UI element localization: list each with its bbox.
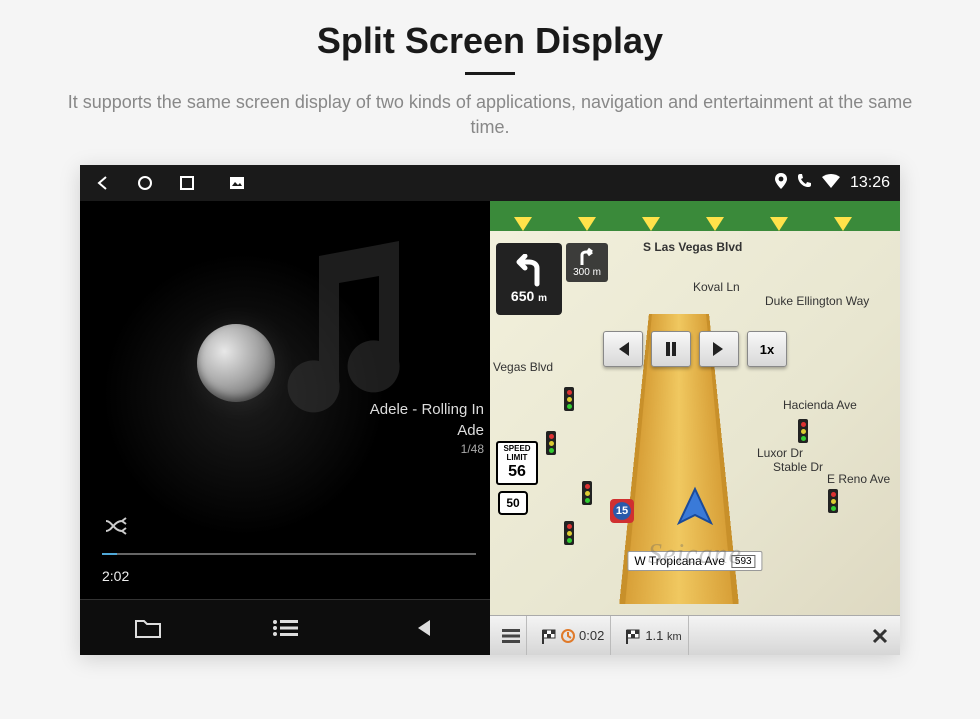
previous-icon[interactable] xyxy=(408,614,436,642)
turn-right-icon xyxy=(576,247,598,267)
route-playback-controls: 1x xyxy=(603,331,787,367)
street-label: Stable Dr xyxy=(770,459,826,475)
jog-dial[interactable] xyxy=(197,324,275,402)
traffic-light-icon xyxy=(564,387,574,411)
turn-instruction: 650 m xyxy=(496,243,562,315)
page-subtitle: It supports the same screen display of t… xyxy=(60,90,920,140)
flag-icon xyxy=(625,628,641,644)
traffic-light-icon xyxy=(828,489,838,513)
street-label: Koval Ln xyxy=(690,279,743,295)
clock-icon xyxy=(561,629,575,643)
distance-segment[interactable]: 1.1 km xyxy=(619,616,688,655)
skip-end-button[interactable] xyxy=(699,331,739,367)
navigation-panel: 13:26 S Las Vegas Blvd Koval Ln Duke Ell… xyxy=(490,165,900,655)
track-info: Adele - Rolling In Ade 1/48 xyxy=(370,399,484,458)
speed-limit-sign: SPEED LIMIT 56 xyxy=(496,441,538,484)
highway-sign-strip xyxy=(490,201,900,231)
traffic-light-icon xyxy=(564,521,574,545)
traffic-light-icon xyxy=(582,481,592,505)
menu-button[interactable] xyxy=(496,616,527,655)
nav-bottom-bar: 0:02 1.1 km xyxy=(490,615,900,655)
eta-segment[interactable]: 0:02 xyxy=(535,616,611,655)
device-screenshot: Adele - Rolling In Ade 1/48 2:02 xyxy=(80,165,900,655)
back-icon[interactable] xyxy=(94,174,112,192)
street-label: Hacienda Ave xyxy=(780,397,860,413)
track-counter: 1/48 xyxy=(370,441,484,458)
player-controls-row: 2:02 xyxy=(80,553,490,599)
street-label: Duke Ellington Way xyxy=(762,293,872,309)
flag-icon xyxy=(541,628,557,644)
elapsed-time: 2:02 xyxy=(102,568,129,584)
music-bottom-bar xyxy=(80,599,490,655)
progress-fill xyxy=(102,553,117,555)
lane-arrow-icon xyxy=(770,217,788,231)
lane-arrow-icon xyxy=(834,217,852,231)
status-bar: 13:26 xyxy=(490,165,900,201)
lane-arrow-icon xyxy=(706,217,724,231)
street-label: Vegas Blvd xyxy=(490,359,556,375)
route-shield: 50 xyxy=(498,491,528,515)
wifi-icon xyxy=(822,174,840,193)
location-icon xyxy=(775,173,787,194)
interstate-shield: 15 xyxy=(610,499,634,523)
album-art-area: Adele - Rolling In Ade 1/48 xyxy=(80,201,490,553)
pause-button[interactable] xyxy=(651,331,691,367)
progress-bar[interactable] xyxy=(102,553,476,555)
close-icon xyxy=(872,628,888,644)
watermark: Seicane xyxy=(648,539,742,571)
home-icon[interactable] xyxy=(136,174,154,192)
picture-icon[interactable] xyxy=(228,174,246,192)
street-label: E Reno Ave xyxy=(824,471,893,487)
android-nav-bar xyxy=(80,165,490,201)
clock-time: 13:26 xyxy=(850,174,890,192)
title-underline xyxy=(465,72,515,75)
vehicle-cursor-icon xyxy=(673,485,717,529)
playlist-icon[interactable] xyxy=(271,614,299,642)
track-artist: Ade xyxy=(370,420,484,441)
folder-icon[interactable] xyxy=(134,614,162,642)
track-title: Adele - Rolling In xyxy=(370,399,484,420)
next-turn-instruction: 300 m xyxy=(566,243,608,282)
music-note-icon xyxy=(269,231,429,421)
lane-arrow-icon xyxy=(514,217,532,231)
page-title: Split Screen Display xyxy=(317,20,663,62)
skip-start-button[interactable] xyxy=(603,331,643,367)
recents-icon[interactable] xyxy=(178,174,196,192)
speed-button[interactable]: 1x xyxy=(747,331,787,367)
turn-left-icon xyxy=(509,254,549,288)
traffic-light-icon xyxy=(546,431,556,455)
phone-icon xyxy=(797,173,812,193)
street-label: S Las Vegas Blvd xyxy=(640,239,745,255)
lane-arrow-icon xyxy=(578,217,596,231)
traffic-light-icon xyxy=(798,419,808,443)
close-button[interactable] xyxy=(866,616,894,655)
shuffle-icon[interactable] xyxy=(104,516,130,541)
map-canvas[interactable]: S Las Vegas Blvd Koval Ln Duke Ellington… xyxy=(490,231,900,615)
music-panel: Adele - Rolling In Ade 1/48 2:02 xyxy=(80,165,490,655)
lane-arrow-icon xyxy=(642,217,660,231)
